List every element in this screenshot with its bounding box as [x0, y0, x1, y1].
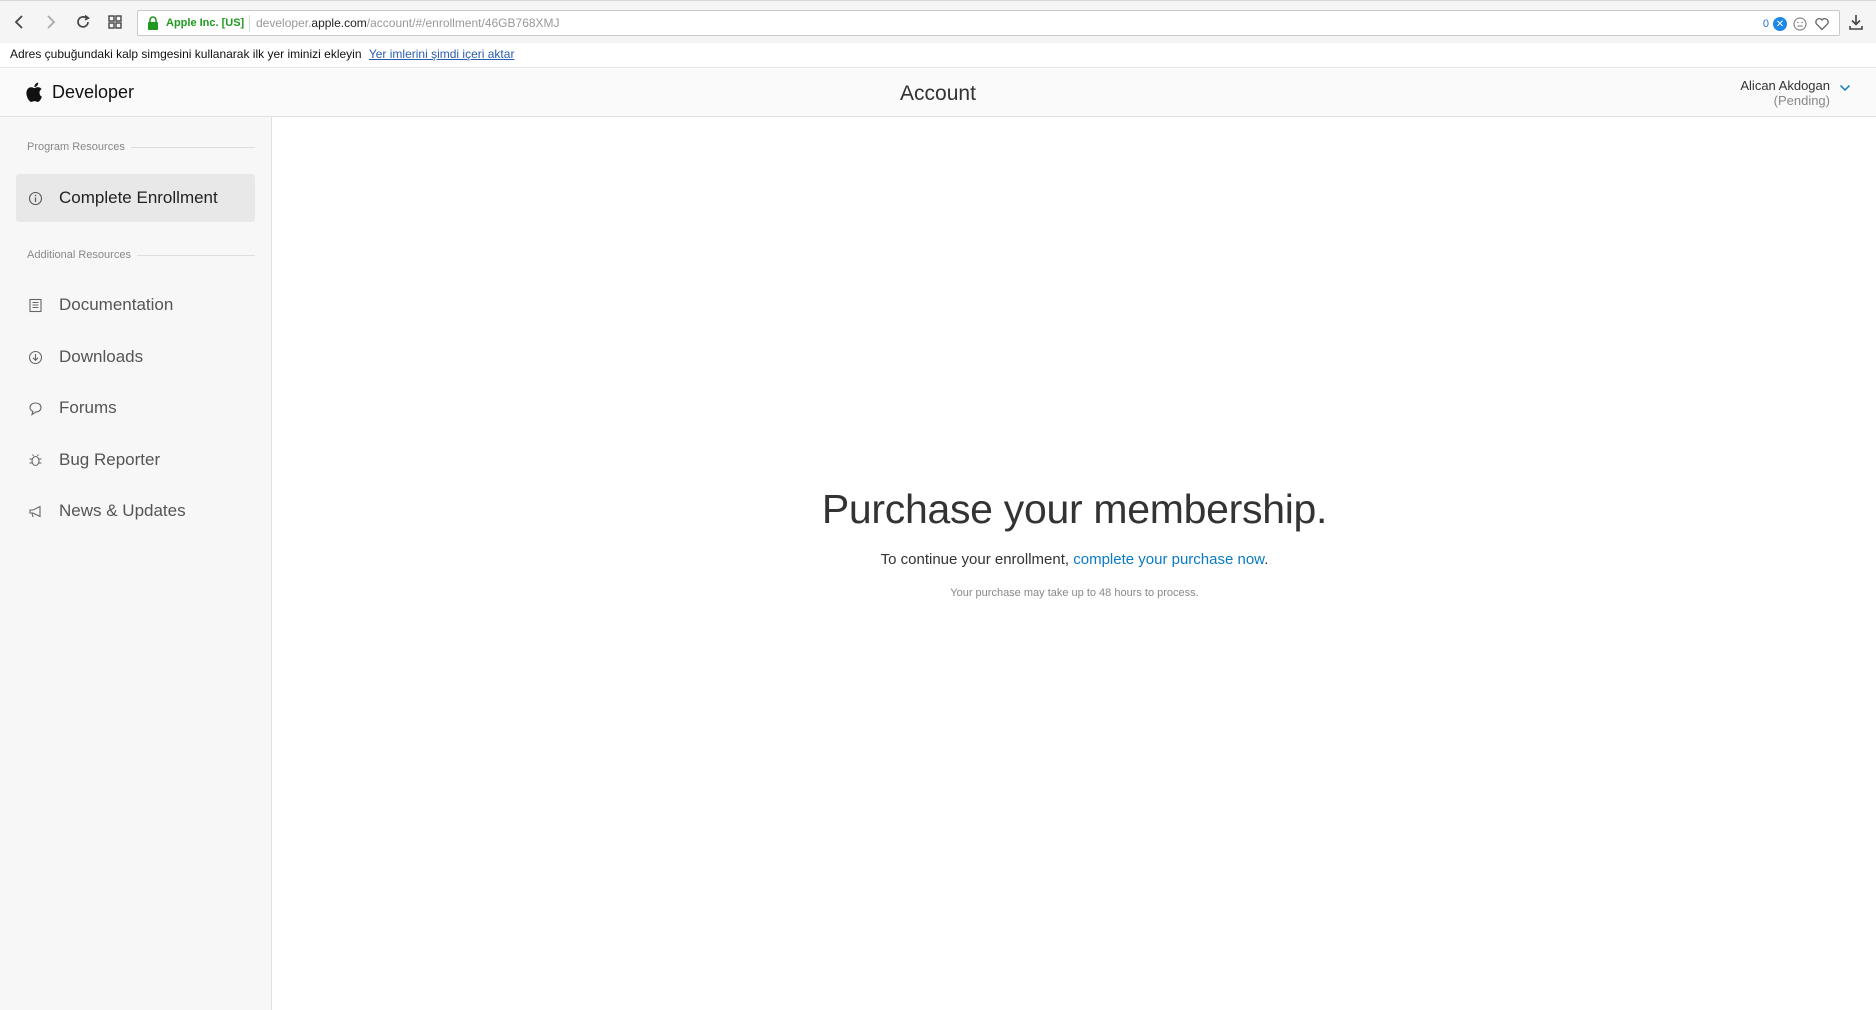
back-button[interactable]	[9, 11, 31, 33]
enrollment-message-prefix: To continue your enrollment,	[880, 551, 1074, 568]
forward-button[interactable]	[39, 11, 61, 33]
megaphone-icon	[27, 503, 43, 519]
enrollment-message: To continue your enrollment, complete yo…	[273, 551, 1876, 568]
section-divider	[130, 146, 255, 148]
back-arrow-icon	[14, 15, 23, 29]
page-title: Account	[900, 82, 976, 105]
developer-brand[interactable]: Developer	[52, 82, 134, 103]
section-label-program: Program Resources	[27, 141, 255, 153]
address-divider	[249, 15, 250, 32]
membership-headline: Purchase your membership.	[821, 486, 1328, 532]
info-icon	[27, 190, 43, 206]
reload-icon	[77, 14, 90, 28]
blocked-count: 0	[1762, 18, 1769, 30]
apple-logo-icon[interactable]	[25, 81, 43, 103]
heart-icon[interactable]	[1813, 15, 1831, 33]
address-actions: 0 ✕	[1763, 15, 1831, 33]
sidebar: Program Resources Complete Enrollment Ad…	[0, 117, 272, 1010]
section-divider	[136, 254, 255, 256]
speed-dial-button[interactable]	[104, 11, 126, 33]
main-content: Purchase your membership. To continue yo…	[273, 117, 1876, 1010]
bug-icon	[27, 452, 43, 468]
additional-resources-label: Additional Resources	[27, 249, 131, 261]
notice-text: Adres çubuğundaki kalp simgesini kullana…	[10, 47, 362, 61]
browser-toolbar: Apple Inc. [US] developer.apple.com/acco…	[0, 0, 1876, 43]
bookmark-notice-bar: Adres çubuğundaki kalp simgesini kullana…	[0, 43, 1876, 68]
sidebar-item-forums[interactable]: Forums	[16, 384, 255, 432]
reload-button[interactable]	[72, 11, 94, 33]
download-icon[interactable]	[1846, 12, 1866, 32]
sidebar-item-label: Documentation	[59, 295, 174, 314]
section-label-additional: Additional Resources	[27, 249, 255, 261]
site-identity[interactable]: Apple Inc. [US]	[166, 17, 244, 29]
processing-note: Your purchase may take up to 48 hours to…	[950, 587, 1199, 599]
sidebar-item-bug-reporter[interactable]: Bug Reporter	[16, 436, 255, 484]
chevron-down-icon[interactable]	[1838, 81, 1852, 95]
sidebar-item-label: Complete Enrollment	[59, 188, 218, 207]
import-bookmarks-link[interactable]: Yer imlerini şimdi içeri aktar	[369, 47, 515, 61]
sidebar-item-downloads[interactable]: Downloads	[16, 333, 255, 381]
forward-arrow-icon	[47, 15, 56, 29]
sidebar-item-label: Bug Reporter	[59, 450, 161, 469]
sidebar-item-documentation[interactable]: Documentation	[16, 281, 255, 329]
complete-purchase-link[interactable]: complete your purchase now	[1073, 551, 1264, 568]
user-menu[interactable]: Alican Akdogan (Pending)	[1740, 78, 1830, 108]
user-name: Alican Akdogan	[1740, 78, 1830, 93]
url-text[interactable]: developer.apple.com/account/#/enrollment…	[256, 16, 560, 30]
download-circle-icon	[27, 349, 43, 365]
sidebar-item-label: News & Updates	[59, 501, 186, 520]
url-host: apple.com	[311, 16, 367, 30]
smiley-icon[interactable]	[1791, 15, 1809, 33]
grid-icon	[108, 15, 122, 29]
sidebar-item-label: Forums	[59, 398, 117, 417]
developer-header: Developer Account Alican Akdogan (Pendin…	[0, 69, 1876, 117]
program-resources-label: Program Resources	[27, 141, 125, 153]
lock-icon	[148, 16, 158, 30]
ad-block-icon[interactable]: ✕	[1773, 17, 1787, 31]
user-status: (Pending)	[1773, 93, 1830, 108]
sidebar-item-complete-enrollment[interactable]: Complete Enrollment	[16, 174, 255, 222]
sidebar-item-label: Downloads	[59, 347, 144, 366]
address-bar[interactable]: Apple Inc. [US] developer.apple.com/acco…	[137, 10, 1840, 36]
enrollment-message-suffix: .	[1264, 551, 1269, 568]
sidebar-item-news-updates[interactable]: News & Updates	[16, 487, 255, 535]
document-icon	[27, 297, 43, 313]
speech-bubble-icon	[27, 400, 43, 416]
url-prefix: developer.	[256, 16, 312, 30]
url-path: /account/#/enrollment/46GB768XMJ	[366, 16, 560, 30]
